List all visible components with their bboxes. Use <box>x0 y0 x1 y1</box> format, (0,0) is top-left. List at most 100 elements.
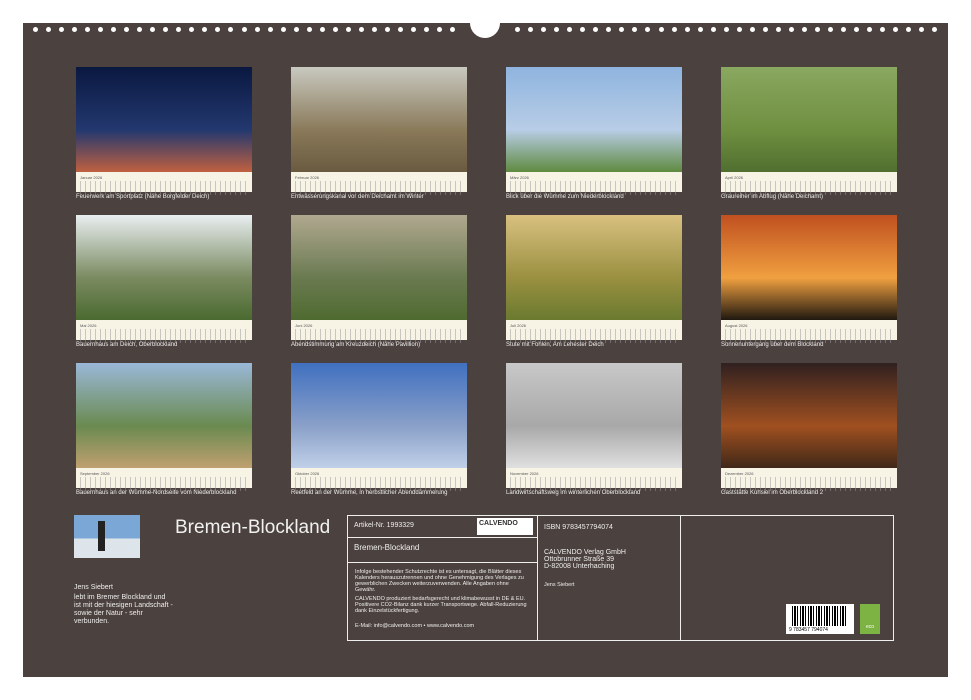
binding-hole <box>828 27 833 32</box>
binding-hole <box>776 27 781 32</box>
legal-text: Infolge bestehender Schutzrechte ist es … <box>355 569 530 593</box>
day-row <box>80 181 248 188</box>
binding-hole <box>645 27 650 32</box>
eco-text: CALVENDO produziert bedarfsgerecht und k… <box>355 596 530 614</box>
calendar-title: Bremen-Blockland <box>175 517 330 539</box>
day-row <box>510 329 678 336</box>
binding-hole <box>528 27 533 32</box>
author-bio: lebt im Bremer Blockland und ist mit der… <box>74 594 174 626</box>
month-calendar-strip: Juni 2026 <box>291 320 467 340</box>
binding-hole <box>189 27 194 32</box>
day-row <box>80 188 248 195</box>
month-calendar-strip: Oktober 2026 <box>291 468 467 488</box>
binding-hole <box>724 27 729 32</box>
binding-hole <box>255 27 260 32</box>
author-info: Jens Siebert lebt im Bremer Blockland un… <box>74 584 174 628</box>
day-row <box>80 336 248 343</box>
isbn: ISBN 9783457794074 <box>538 524 680 531</box>
calvendo-logo: CALVENDO <box>477 518 533 535</box>
binding-hole <box>46 27 51 32</box>
month-photo <box>721 363 897 468</box>
binding-hole <box>567 27 572 32</box>
binding-hole <box>281 27 286 32</box>
day-row <box>295 336 463 343</box>
info-box: Artikel-Nr. 1993329 CALVENDO Bremen-Bloc… <box>347 515 894 641</box>
month-card: März 2026 Blick über die Wümme zum Niede… <box>506 67 682 200</box>
publisher-city: D-82008 Unterhaching <box>538 563 680 570</box>
day-row <box>295 484 463 491</box>
info-title: Bremen-Blockland <box>348 538 537 563</box>
binding-hole <box>867 27 872 32</box>
binding-hole <box>789 27 794 32</box>
binding-hole <box>711 27 716 32</box>
publisher-name: CALVENDO Verlag GmbH <box>538 549 680 556</box>
day-row <box>80 477 248 484</box>
binding-hole <box>632 27 637 32</box>
day-row <box>295 188 463 195</box>
day-row <box>510 188 678 195</box>
month-calendar-strip: Mai 2026 <box>76 320 252 340</box>
binding-hole <box>450 27 455 32</box>
binding-hole <box>307 27 312 32</box>
info-author: Jens Siebert <box>538 582 680 588</box>
month-photo <box>291 215 467 320</box>
binding-hole <box>111 27 116 32</box>
binding-hole <box>202 27 207 32</box>
month-photo <box>721 215 897 320</box>
binding-hole <box>320 27 325 32</box>
day-row <box>510 181 678 188</box>
month-card: Dezember 2026 Gaststätte Kuhsiel im Ober… <box>721 363 897 496</box>
binding-hole <box>98 27 103 32</box>
binding-hole <box>150 27 155 32</box>
binding-hole <box>385 27 390 32</box>
binding-hole <box>659 27 664 32</box>
month-card: Mai 2026 Bauernhaus am Deich, Oberblockl… <box>76 215 252 348</box>
binding-hole <box>163 27 168 32</box>
binding-hole <box>554 27 559 32</box>
binding-hole <box>411 27 416 32</box>
month-photo <box>76 215 252 320</box>
month-card: Februar 2026 Entwässerungskanal vor dem … <box>291 67 467 200</box>
binding-hole <box>750 27 755 32</box>
day-row <box>510 484 678 491</box>
month-calendar-strip: April 2026 <box>721 172 897 192</box>
month-calendar-strip: September 2026 <box>76 468 252 488</box>
binding-hole <box>685 27 690 32</box>
binding-hole <box>906 27 911 32</box>
day-row <box>725 477 893 484</box>
binding-hole <box>85 27 90 32</box>
binding-hole <box>59 27 64 32</box>
month-photo <box>291 363 467 468</box>
day-row <box>510 336 678 343</box>
month-calendar-strip: November 2026 <box>506 468 682 488</box>
month-photo <box>506 67 682 172</box>
binding-hole <box>228 27 233 32</box>
binding-hole <box>268 27 273 32</box>
day-row <box>295 181 463 188</box>
day-row <box>725 181 893 188</box>
binding-hole <box>893 27 898 32</box>
binding-hole <box>33 27 38 32</box>
binding-hole <box>593 27 598 32</box>
binding-hole <box>294 27 299 32</box>
month-photo <box>291 67 467 172</box>
binding-hole <box>215 27 220 32</box>
binding-hole <box>619 27 624 32</box>
day-row <box>725 329 893 336</box>
binding-hole <box>176 27 181 32</box>
month-card: August 2026 Sonnenuntergang über dem Blo… <box>721 215 897 348</box>
binding-hole <box>854 27 859 32</box>
binding-hole <box>815 27 820 32</box>
binding-hole <box>72 27 77 32</box>
binding-hole <box>737 27 742 32</box>
binding-hole <box>880 27 885 32</box>
binding-hole <box>515 27 520 32</box>
binding-hole <box>437 27 442 32</box>
month-photo <box>76 67 252 172</box>
binding-hole <box>802 27 807 32</box>
day-row <box>725 484 893 491</box>
publisher-street: Ottobrunner Straße 39 <box>538 556 680 563</box>
month-calendar-strip: Dezember 2026 <box>721 468 897 488</box>
binding-hole <box>763 27 768 32</box>
day-row <box>725 188 893 195</box>
